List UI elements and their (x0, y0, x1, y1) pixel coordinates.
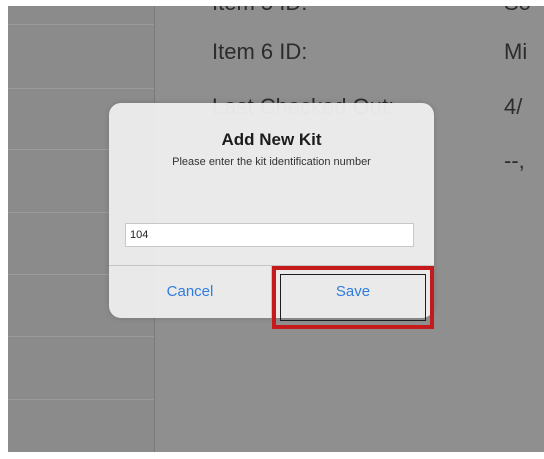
kit-id-input[interactable] (125, 223, 414, 247)
item5-value: So (504, 6, 531, 16)
item5-label: Item 5 ID: (212, 6, 307, 16)
cancel-button[interactable]: Cancel (109, 266, 271, 318)
dialog-title: Add New Kit (221, 130, 322, 149)
dialog-message: Please enter the kit identification numb… (172, 156, 371, 168)
list-divider (8, 336, 154, 337)
list-divider (8, 24, 154, 25)
save-highlight-box (272, 266, 434, 329)
item6-label: Item 6 ID: (212, 39, 308, 64)
save-highlight-inner (280, 274, 426, 321)
item6-value: Mi (504, 39, 528, 64)
list-divider (8, 88, 154, 89)
last-checked-value: 4/ (504, 94, 523, 119)
extra-value: --, (504, 148, 525, 173)
list-divider (8, 399, 154, 400)
